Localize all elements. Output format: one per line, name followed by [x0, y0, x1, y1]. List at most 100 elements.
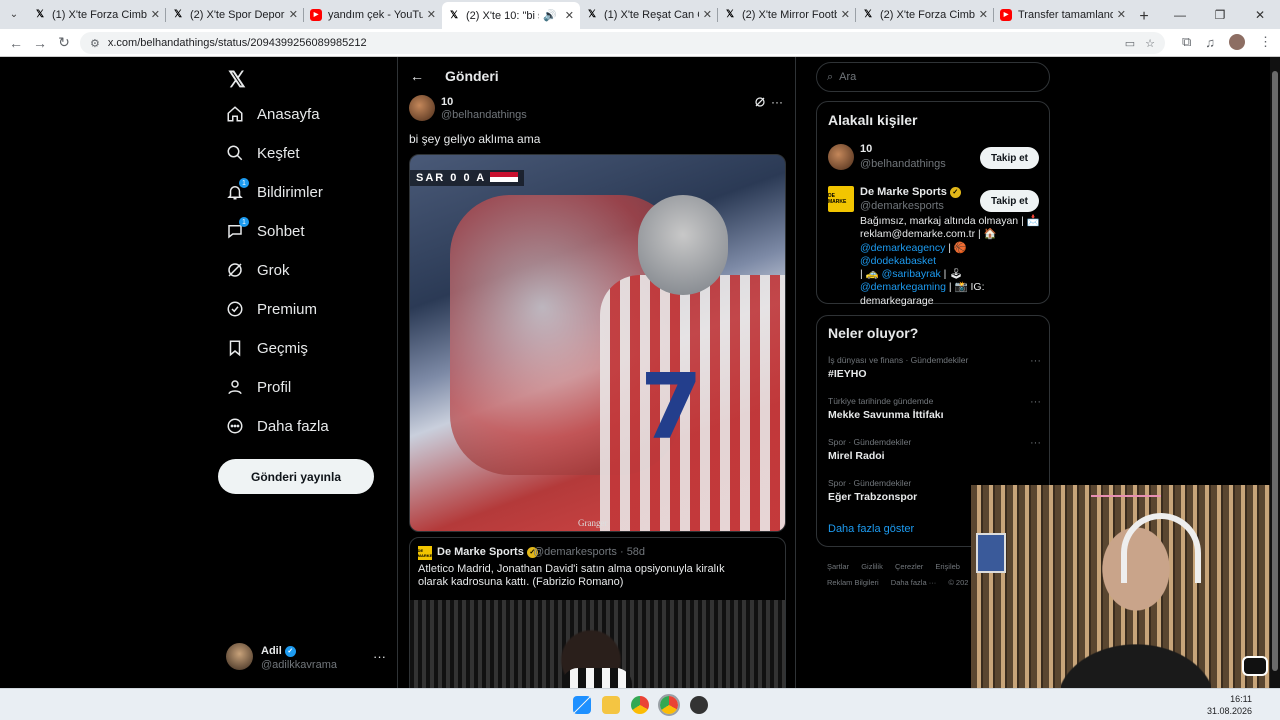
bookmark-star-icon[interactable]: ☆: [1145, 37, 1155, 50]
reload-icon[interactable]: ↻: [52, 34, 76, 51]
speaker-icon[interactable]: 🔊: [543, 9, 557, 22]
nav-item-notifications[interactable]: 1 Bildirimler: [226, 178, 323, 201]
tab-close-icon[interactable]: ✕: [1117, 8, 1126, 21]
account-switcher[interactable]: Adil ✓ @adilkkavrama ···: [226, 643, 386, 673]
bio-link[interactable]: @demarkegaming: [860, 281, 946, 293]
chrome-icon[interactable]: [631, 696, 649, 714]
show-more-link[interactable]: Daha fazla göster: [828, 523, 914, 535]
quote-text: Atletico Madrid, Jonathan David'i satın …: [418, 563, 725, 588]
footer-link[interactable]: Şartlar: [827, 562, 849, 571]
x-logo-icon[interactable]: 𝕏: [228, 67, 246, 93]
demarke-logo[interactable]: DE MARKE: [828, 186, 854, 212]
nav-item-premium[interactable]: Premium: [226, 300, 317, 318]
nav-item-grok[interactable]: Grok: [226, 261, 290, 279]
video-frame-head: [638, 195, 728, 295]
grok-icon: [226, 261, 244, 279]
trend-item[interactable]: Spor · Gündemdekiler Mirel Radoi ···: [828, 437, 1043, 462]
tab-close-icon[interactable]: ✕: [841, 8, 850, 21]
more-dots-icon[interactable]: ···: [1030, 437, 1041, 449]
nav-item-history[interactable]: Geçmiş: [226, 339, 308, 357]
scrollbar[interactable]: [1270, 57, 1280, 688]
footer-link[interactable]: Gizlilik: [861, 562, 883, 571]
chrome-active-icon[interactable]: [658, 694, 680, 716]
quote-author-handle: @demarkesports · 58d: [533, 546, 646, 558]
nav-label: Daha fazla: [257, 417, 329, 435]
system-clock[interactable]: 16:11 31.08.2026: [1207, 693, 1252, 717]
clock-time: 16:11: [1230, 694, 1252, 704]
forward-arrow-icon[interactable]: →: [28, 35, 52, 51]
browser-tab[interactable]: 𝕏 (2) X'te Forza Cimbom: "F ✕: [856, 2, 994, 27]
post-button[interactable]: Gönderi yayınla: [218, 459, 374, 494]
browser-tab[interactable]: 𝕏 (1) X'te Reşat Can Özbud ✕: [580, 2, 718, 27]
site-info-icon[interactable]: ⚙: [90, 37, 100, 50]
profile-avatar[interactable]: [1229, 34, 1245, 50]
chat-bubble-icon[interactable]: [1242, 656, 1268, 676]
nav-item-home[interactable]: Anasayfa: [226, 105, 320, 123]
restore-icon[interactable]: ❐: [1200, 8, 1240, 22]
windows-start-icon[interactable]: [573, 696, 591, 714]
footer-link[interactable]: Daha fazla ···: [891, 578, 936, 587]
post-header: ← Gönderi: [398, 57, 797, 95]
person-name[interactable]: 10: [860, 143, 872, 155]
media-controls-icon[interactable]: ♫: [1205, 35, 1215, 50]
bookmark-icon: [226, 339, 244, 357]
quoted-post[interactable]: DE MARKE De Marke Sports ✓ @demarkesports…: [409, 537, 786, 688]
browser-tab[interactable]: 𝕏 (2) X'te Mirror Football: " ✕: [718, 2, 856, 27]
nav-label: Keşfet: [257, 144, 300, 162]
bio-link[interactable]: @saribayrak: [882, 268, 941, 280]
browser-tab[interactable]: ▶ yandım çek - YouTube ✕: [304, 2, 442, 27]
browser-menu-icon[interactable]: ⋮: [1259, 34, 1272, 50]
bio-link[interactable]: @dodekabasket: [860, 255, 936, 267]
follow-button[interactable]: Takip et: [980, 147, 1039, 169]
file-explorer-icon[interactable]: [602, 696, 620, 714]
more-dots-icon[interactable]: ···: [771, 95, 783, 109]
tab-close-icon[interactable]: ✕: [289, 8, 298, 21]
new-tab-plus-icon[interactable]: +: [1132, 4, 1156, 29]
person-bio: Bağımsız, markaj altında olmayan | 📩 rek…: [860, 215, 1040, 307]
more-dots-icon[interactable]: ···: [1030, 355, 1041, 367]
browser-tab[interactable]: ▶ Transfer tamamlandı ! Ha ✕: [994, 2, 1132, 27]
nav-item-profile[interactable]: Profil: [226, 378, 291, 396]
bio-link[interactable]: @demarkeagency: [860, 242, 945, 254]
tab-close-icon[interactable]: ✕: [565, 9, 574, 22]
trend-item[interactable]: İş dünyası ve finans · Gündemdekiler #IE…: [828, 355, 1043, 380]
x-favicon-icon: 𝕏: [725, 9, 735, 20]
nav-item-explore[interactable]: Keşfet: [226, 144, 300, 162]
post-author-name[interactable]: 10: [441, 96, 453, 108]
close-window-icon[interactable]: ✕: [1240, 8, 1280, 22]
more-dots-icon[interactable]: ···: [1030, 396, 1041, 408]
tab-close-icon[interactable]: ✕: [979, 8, 988, 21]
footer-link[interactable]: Reklam Bilgileri: [827, 578, 879, 587]
browser-tab[interactable]: 𝕏 (2) X'te Spor Depor: "Gus ✕: [166, 2, 304, 27]
obs-icon[interactable]: [690, 696, 708, 714]
trend-item[interactable]: Türkiye tarihinde gündemde Mekke Savunma…: [828, 396, 1043, 421]
footer-link[interactable]: Çerezler: [895, 562, 923, 571]
chat-badge: 1: [239, 217, 249, 227]
person-name[interactable]: De Marke Sports ✓: [860, 186, 961, 198]
footer-link[interactable]: Erişileb: [935, 562, 960, 571]
grok-icon[interactable]: [754, 96, 766, 111]
avatar[interactable]: [828, 144, 854, 170]
browser-tab-active[interactable]: 𝕏 (2) X'te 10: "bi şey geli 🔊 ✕: [442, 2, 580, 29]
footer-copyright: © 202: [948, 578, 969, 587]
back-arrow-icon[interactable]: ←: [410, 68, 430, 84]
back-arrow-icon[interactable]: ←: [4, 35, 28, 51]
browser-tab[interactable]: 𝕏 (1) X'te Forza Cimbom: "G ✕: [28, 2, 166, 27]
search-input[interactable]: ⌕ Ara: [816, 62, 1050, 92]
post-author-handle[interactable]: @belhandathings: [441, 109, 527, 121]
minimize-icon[interactable]: —: [1160, 8, 1200, 22]
tab-close-icon[interactable]: ✕: [703, 8, 712, 21]
more-dots-icon[interactable]: ···: [373, 649, 386, 664]
tab-close-icon[interactable]: ✕: [151, 8, 160, 21]
tab-search-chevron-icon[interactable]: ⌄: [0, 0, 28, 29]
follow-button[interactable]: Takip et: [980, 190, 1039, 212]
trend-context: Spor · Gündemdekiler: [828, 437, 912, 447]
cast-icon[interactable]: ▭: [1125, 37, 1135, 50]
nav-item-more[interactable]: Daha fazla: [226, 417, 329, 435]
post-video[interactable]: 7 SAR 0 0 A Granger: [409, 154, 786, 532]
extensions-puzzle-icon[interactable]: ⧉: [1182, 34, 1191, 50]
avatar[interactable]: [409, 95, 435, 121]
nav-item-chat[interactable]: 1 Sohbet: [226, 217, 305, 240]
tab-close-icon[interactable]: ✕: [427, 8, 436, 21]
url-bar[interactable]: ⚙ x.com/belhandathings/status/2094399256…: [80, 32, 1165, 54]
